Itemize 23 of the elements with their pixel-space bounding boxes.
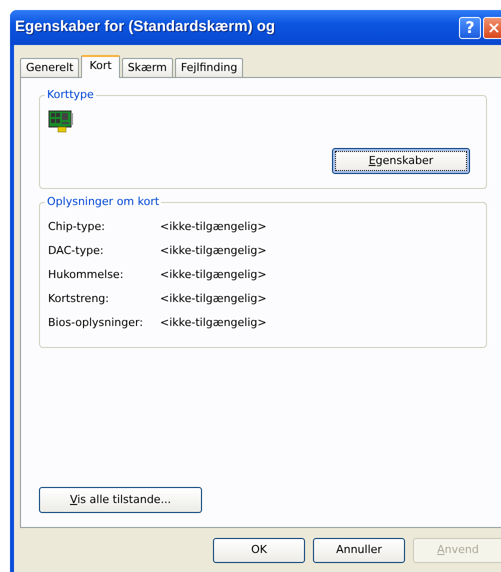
tab[interactable]: Generelt — [20, 58, 80, 77]
help-button[interactable]: ? — [459, 16, 481, 38]
field-label: Chip-type: — [48, 218, 106, 235]
field-label: Hukommelse: — [48, 266, 124, 283]
field-value: <ikke-tilgængelig> — [160, 242, 267, 259]
field-value: <ikke-tilgængelig> — [160, 314, 267, 331]
window-title: Egenskaber for (Standardskærm) og — [15, 17, 276, 38]
tab[interactable]: Fejlfinding — [174, 58, 244, 77]
tab[interactable]: Kort — [81, 55, 120, 78]
group-legend: Oplysninger om kort — [45, 195, 162, 209]
graphics-card-icon — [48, 109, 74, 135]
field-value: <ikke-tilgængelig> — [160, 218, 267, 235]
properties-button[interactable]: Egenskaber — [332, 148, 470, 174]
field-label: DAC-type: — [48, 242, 105, 259]
field-label: Bios-oplysninger: — [48, 314, 144, 331]
button[interactable]: OK — [213, 538, 305, 563]
list-modes-button[interactable]: Vis alle tilstande... — [39, 487, 202, 513]
field-value: <ikke-tilgængelig> — [160, 266, 267, 283]
group-legend: Korttype — [45, 88, 96, 102]
field-label: Kortstreng: — [48, 290, 110, 307]
button[interactable]: Annuller — [313, 538, 405, 563]
field-value: <ikke-tilgængelig> — [160, 290, 267, 307]
tab[interactable]: Skærm — [122, 58, 173, 77]
